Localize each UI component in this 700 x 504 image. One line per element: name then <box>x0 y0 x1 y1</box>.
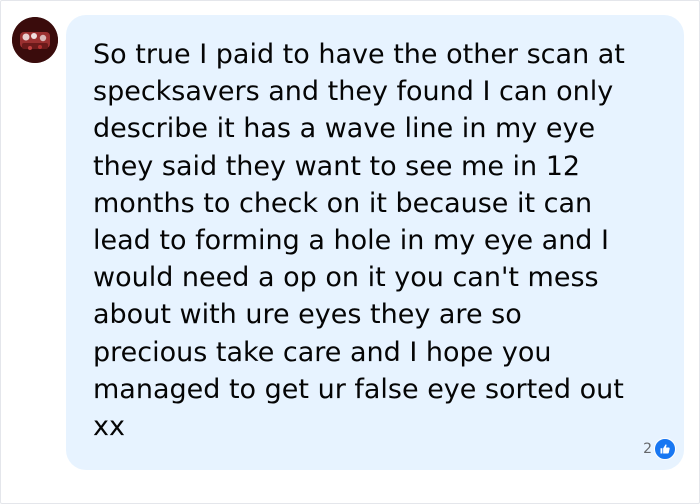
avatar[interactable] <box>12 17 58 63</box>
reaction-count: 2 <box>643 441 652 457</box>
reaction-summary[interactable]: 2 <box>643 438 676 460</box>
comment-bubble: So true I paid to have the other scan at… <box>66 15 684 470</box>
avatar-image <box>12 17 58 63</box>
comment-text: So true I paid to have the other scan at… <box>93 39 625 443</box>
thumbs-up-icon <box>654 438 676 460</box>
